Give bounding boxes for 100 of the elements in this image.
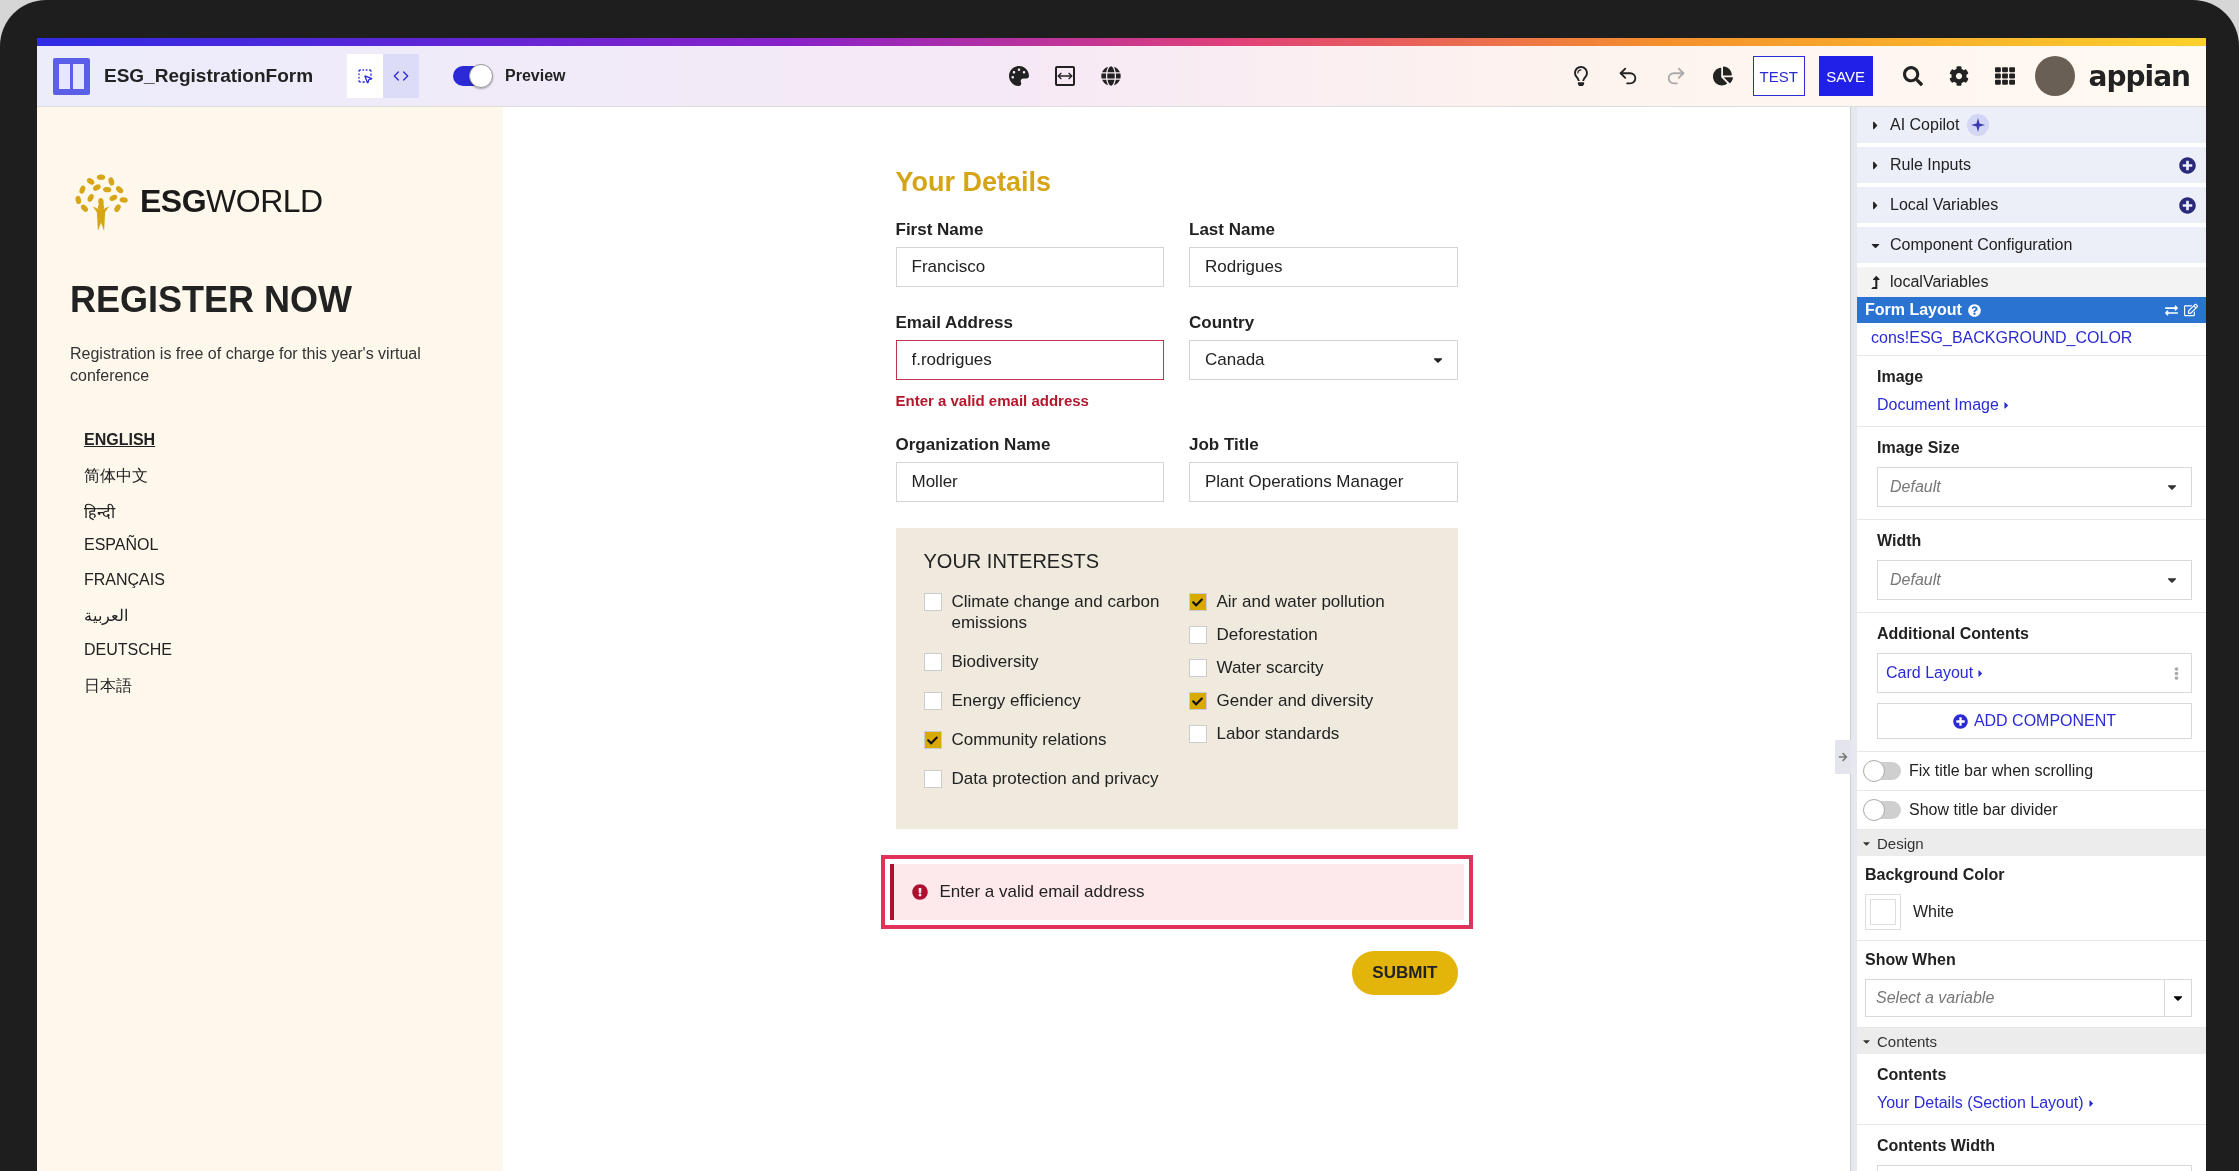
checkbox-label: Gender and diversity: [1216, 690, 1374, 711]
checkbox-label: Energy efficiency: [951, 690, 1081, 711]
edit-icon[interactable]: [2184, 303, 2198, 317]
checkbox-label: Water scarcity: [1216, 657, 1324, 678]
logo-text: ESGWORLD: [140, 182, 323, 220]
add-icon[interactable]: [2179, 196, 2196, 214]
language-link[interactable]: 日本語: [84, 676, 132, 697]
section-title: AI Copilot: [1890, 116, 1960, 134]
checkbox[interactable]: [1188, 725, 1207, 743]
toggle-switch[interactable]: [1865, 762, 1901, 780]
color-swatch[interactable]: [1865, 894, 1901, 930]
checkbox-label: Air and water pollution: [1216, 591, 1385, 612]
language-link[interactable]: हिन्दी: [84, 501, 115, 522]
accordion-header[interactable]: Rule Inputs: [1857, 147, 2206, 183]
checkbox-label: Climate change and carbon emissions: [951, 591, 1161, 633]
search-icon[interactable]: [1902, 66, 1923, 86]
check-icon: [1192, 695, 1203, 707]
text-field[interactable]: Moller: [895, 462, 1164, 502]
settings-icon[interactable]: [1948, 66, 1969, 86]
add-icon: [1952, 713, 1968, 729]
text-field[interactable]: Rodrigues: [1189, 247, 1458, 287]
resize-icon[interactable]: [1055, 66, 1076, 86]
apps-grid-icon[interactable]: [1994, 66, 2015, 86]
accordion-header[interactable]: AI Copilot: [1857, 107, 2206, 143]
text-field[interactable]: f.rodrigues: [895, 340, 1164, 380]
swap-icon[interactable]: [2165, 303, 2178, 317]
arrow-icon: [1838, 752, 1848, 762]
checkbox[interactable]: [1188, 593, 1207, 611]
checkbox[interactable]: [923, 593, 942, 611]
variable-select[interactable]: Select a variable: [1865, 979, 2192, 1017]
property-label: Additional Contents: [1877, 625, 2030, 643]
collapse-tab-button[interactable]: [1835, 740, 1851, 774]
text-field[interactable]: Plant Operations Manager: [1189, 462, 1458, 502]
property-link[interactable]: Card Layout: [1886, 664, 1987, 682]
error-icon: [911, 884, 928, 900]
component-name: Form Layout: [1865, 301, 1962, 319]
toggle-switch[interactable]: [1865, 801, 1901, 819]
save-button[interactable]: SAVE: [1818, 56, 1873, 96]
language-link[interactable]: 简体中文: [84, 466, 148, 487]
property-label: Contents Width: [1877, 1137, 1997, 1155]
field-label: Email Address: [895, 313, 1014, 333]
property-label: Image: [1877, 368, 1925, 386]
country-select[interactable]: Canada: [1189, 340, 1458, 380]
checkbox[interactable]: [1188, 626, 1207, 644]
checkbox-label: Biodiversity: [951, 651, 1039, 672]
sparkle-icon: [1967, 114, 1990, 136]
design-mode-button[interactable]: [347, 54, 384, 98]
selection-cursor-icon: [357, 68, 374, 84]
palette-icon[interactable]: [1009, 66, 1030, 86]
accordion-header[interactable]: Component Configuration: [1857, 227, 2206, 263]
text-field[interactable]: Francisco: [895, 247, 1164, 287]
checkbox[interactable]: [1188, 692, 1207, 710]
avatar[interactable]: [2034, 56, 2075, 96]
language-link[interactable]: FRANÇAIS: [84, 571, 165, 592]
brand-logo: appian: [2088, 59, 2190, 93]
select-field[interactable]: Default: [1877, 560, 2192, 600]
check-icon: [1192, 596, 1203, 608]
code-icon: [393, 68, 410, 84]
group-header[interactable]: Design: [1857, 830, 2206, 856]
preview-toggle[interactable]: [453, 66, 492, 86]
globe-icon[interactable]: [1101, 66, 1122, 86]
checkbox-label: Deforestation: [1216, 624, 1318, 645]
add-component-button[interactable]: ADD COMPONENT: [1877, 703, 2192, 739]
checkbox[interactable]: [923, 653, 942, 671]
constant-link[interactable]: cons!ESG_BACKGROUND_COLOR: [1871, 329, 2133, 347]
breadcrumb[interactable]: localVariables: [1857, 267, 2206, 297]
interests-title: YOUR INTERESTS: [923, 550, 1101, 573]
help-icon[interactable]: [1967, 303, 1981, 317]
field-label: Organization Name: [895, 435, 1052, 455]
checkbox[interactable]: [923, 770, 942, 788]
language-link[interactable]: ESPAÑOL: [84, 536, 159, 557]
language-link[interactable]: ENGLISH: [84, 431, 156, 452]
accordion-header[interactable]: Local Variables: [1857, 187, 2206, 223]
group-header[interactable]: Contents: [1857, 1028, 2206, 1054]
checkbox-label: Labor standards: [1216, 723, 1340, 744]
intro-text: Registration is free of charge for this year's virtual conference: [70, 344, 422, 386]
field-label: Job Title: [1189, 435, 1260, 455]
property-label: Show When: [1865, 951, 1957, 969]
field-label: Last Name: [1189, 220, 1276, 240]
property-link[interactable]: Your Details (Section Layout): [1877, 1094, 2097, 1112]
property-label: Image Size: [1877, 439, 1961, 457]
toggle-label: Show title bar divider: [1909, 801, 2058, 819]
field-label: Country: [1189, 313, 1256, 333]
checkbox[interactable]: [923, 692, 942, 710]
property-label: Background Color: [1865, 866, 2006, 884]
language-link[interactable]: DEUTSCHE: [84, 641, 172, 662]
interface-icon: [53, 57, 90, 95]
language-link[interactable]: العربية: [84, 606, 128, 627]
select-field[interactable]: Default: [1877, 467, 2192, 507]
checkbox-label: Community relations: [951, 729, 1107, 750]
checkbox-label: Data protection and privacy: [951, 768, 1159, 789]
test-button[interactable]: TEST: [1752, 56, 1805, 96]
submit-button[interactable]: SUBMIT: [1352, 951, 1458, 995]
section-title: Rule Inputs: [1890, 156, 1972, 174]
section-title: Your Details: [895, 167, 1053, 198]
property-link[interactable]: Document Image: [1877, 396, 2012, 414]
pie-chart-icon[interactable]: [1712, 66, 1733, 86]
add-icon[interactable]: [2179, 156, 2196, 174]
checkbox[interactable]: [923, 731, 942, 749]
checkbox[interactable]: [1188, 659, 1207, 677]
